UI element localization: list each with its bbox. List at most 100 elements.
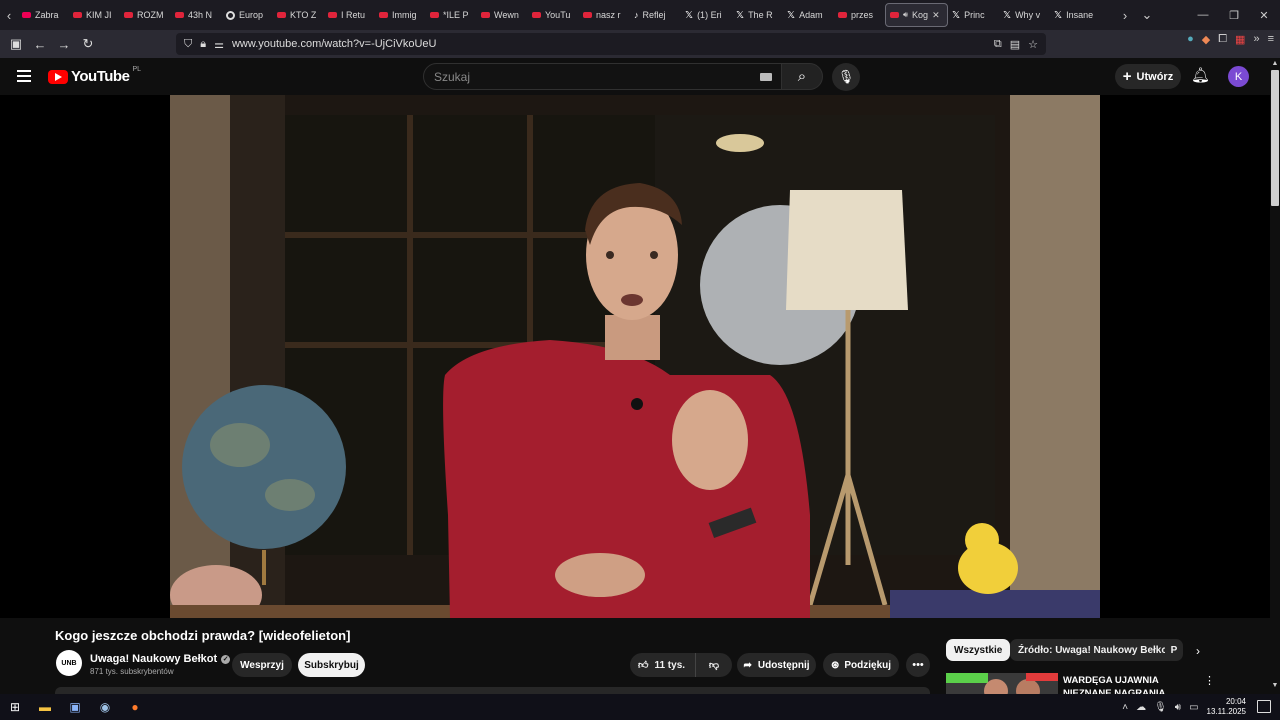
browser-tab[interactable]: ROZM: [120, 3, 171, 27]
keyboard-icon[interactable]: [760, 73, 772, 81]
like-button[interactable]: 👍︎ 11 tys.: [630, 653, 696, 677]
reader-view-icon[interactable]: ▤: [1010, 38, 1020, 51]
network-icon[interactable]: ▭: [1189, 702, 1198, 713]
browser-tab[interactable]: nasz r: [579, 3, 630, 27]
related-video-menu-icon[interactable]: ⋮: [1204, 674, 1215, 687]
tab-label: Kog: [912, 10, 929, 20]
tray-expand-icon[interactable]: ˄: [1122, 702, 1128, 713]
bookmark-star-icon[interactable]: ☆: [1028, 38, 1038, 51]
extension-fox-icon[interactable]: ◆: [1202, 33, 1210, 46]
youtube-logo[interactable]: YouTube PL: [48, 66, 141, 85]
account-avatar[interactable]: K: [1228, 66, 1249, 87]
hamburger-menu-icon[interactable]: ≡: [1268, 33, 1274, 46]
search-input[interactable]: Szukaj: [423, 63, 783, 90]
extension-badge-icon[interactable]: ▦: [1235, 33, 1245, 46]
windows-start-icon[interactable]: ⊞: [0, 694, 30, 720]
notifications-icon[interactable]: [1257, 700, 1271, 713]
forward-button[interactable]: →: [52, 32, 76, 56]
youtube-favicon-icon: [838, 12, 847, 18]
extension-shield-icon[interactable]: ●: [1187, 33, 1194, 46]
url-bar[interactable]: ⛉ 🔒︎ ⚌ www.youtube.com/watch?v=-UjCiVkoU…: [176, 33, 1046, 55]
notifications-bell-icon[interactable]: 🔔︎: [1191, 66, 1210, 84]
list-all-tabs-button[interactable]: ⌄: [1138, 0, 1156, 30]
clock[interactable]: 20:04 13.11.2025: [1207, 697, 1246, 717]
youtube-favicon-icon: [890, 12, 899, 18]
channel-name-row[interactable]: Uwaga! Naukowy Bełkot ✓: [90, 653, 231, 665]
chip-all[interactable]: Wszystkie: [946, 639, 1011, 661]
browser-tab[interactable]: Zabra: [18, 3, 69, 27]
extensions-puzzle-icon[interactable]: ⧠: [1218, 33, 1227, 46]
chip-partial[interactable]: P: [1165, 639, 1183, 661]
video-frame[interactable]: [170, 95, 1100, 618]
tab-label: Adam: [799, 10, 823, 20]
restore-button[interactable]: ❐: [1218, 0, 1250, 30]
permissions-icon[interactable]: ⚌: [214, 38, 224, 51]
browser-tab[interactable]: 𝕏 Why v: [999, 3, 1050, 27]
browser-tab[interactable]: 𝕏 The R: [732, 3, 783, 27]
browser-tab[interactable]: *ILE P: [426, 3, 477, 27]
browser-tab[interactable]: 𝕏 (1) Eri: [681, 3, 732, 27]
tab-label: Europ: [239, 10, 264, 20]
url-text[interactable]: www.youtube.com/watch?v=-UjCiVkoUeU: [232, 38, 437, 50]
chips-next-arrow-icon[interactable]: ›: [1188, 642, 1208, 660]
browser-tab[interactable]: 🔊︎ Kog ✕: [885, 3, 948, 27]
firefox-icon[interactable]: ●: [120, 694, 150, 720]
voice-search-button[interactable]: 🎙︎: [832, 63, 860, 91]
microphone-tray-icon[interactable]: 🎙︎: [1154, 702, 1167, 713]
minimize-button[interactable]: —: [1187, 0, 1219, 30]
youtube-favicon-icon: [379, 12, 388, 18]
dislike-button[interactable]: 👎︎: [696, 659, 732, 671]
channel-name[interactable]: Uwaga! Naukowy Bełkot: [90, 653, 217, 665]
tabs-scroll-left-button[interactable]: ‹: [0, 0, 18, 30]
browser-tab[interactable]: 𝕏 Adam: [783, 3, 834, 27]
scrollbar-thumb[interactable]: [1271, 70, 1279, 206]
onedrive-cloud-icon[interactable]: ☁: [1136, 702, 1146, 713]
description-box[interactable]: [55, 687, 930, 694]
browser-tab[interactable]: Immig: [375, 3, 426, 27]
system-tray: ˄ ☁ 🎙︎ 🔊︎ ▭ 20:04 13.11.2025: [1122, 694, 1246, 720]
browser-tab[interactable]: Europ: [222, 3, 273, 27]
browser-tab[interactable]: I Retu: [324, 3, 375, 27]
search-button[interactable]: ⌕: [781, 63, 823, 90]
lock-icon[interactable]: 🔒︎: [200, 38, 206, 51]
close-window-button[interactable]: ✕: [1248, 0, 1280, 30]
chip-source-channel[interactable]: Źródło: Uwaga! Naukowy Bełkot: [1010, 639, 1179, 661]
shield-icon[interactable]: ⛉: [184, 38, 192, 51]
clock-time: 20:04: [1225, 697, 1246, 706]
video-player[interactable]: [0, 95, 1270, 618]
browser-tab[interactable]: ♪ Reflej: [630, 3, 681, 27]
steam-icon[interactable]: ◉: [90, 694, 120, 720]
browser-tab[interactable]: przes: [834, 3, 885, 27]
create-button[interactable]: + Utwórz: [1115, 64, 1181, 89]
browser-tab[interactable]: KTO Z: [273, 3, 324, 27]
subscribe-button[interactable]: Subskrybuj: [298, 653, 365, 677]
remote-desktop-icon[interactable]: ▣: [60, 694, 90, 720]
tabs-scroll-right-button[interactable]: ›: [1116, 0, 1134, 30]
back-button[interactable]: ←: [28, 32, 52, 56]
youtube-favicon-icon: [481, 12, 490, 18]
tab-close-icon[interactable]: ✕: [932, 10, 940, 21]
browser-tab[interactable]: 43h N: [171, 3, 222, 27]
browser-tab[interactable]: YouTu: [528, 3, 579, 27]
scroll-up-arrow[interactable]: ▲: [1271, 60, 1279, 67]
support-button[interactable]: Wesprzyj: [232, 653, 292, 677]
guide-menu-icon[interactable]: [17, 70, 31, 82]
browser-tab[interactable]: 𝕏 Princ: [948, 3, 999, 27]
share-button[interactable]: ➦ Udostępnij: [737, 653, 816, 677]
tab-audio-icon[interactable]: 🔊︎: [903, 10, 908, 20]
volume-icon[interactable]: 🔊︎: [1175, 702, 1181, 713]
more-actions-button[interactable]: •••: [906, 653, 930, 677]
scroll-down-arrow[interactable]: ▼: [1271, 682, 1279, 689]
channel-avatar[interactable]: UNB: [56, 650, 82, 676]
overflow-menu-icon[interactable]: »: [1253, 33, 1259, 46]
picture-in-picture-icon[interactable]: ⧉: [994, 38, 1002, 51]
related-video-thumbnail[interactable]: [946, 673, 1058, 694]
thanks-button[interactable]: ⊛ Podziękuj: [823, 653, 899, 677]
page-scrollbar[interactable]: ▲ ▼: [1270, 58, 1280, 694]
browser-tab[interactable]: 𝕏 Insane: [1050, 3, 1101, 27]
sidebar-toggle-icon[interactable]: ▣: [4, 32, 28, 56]
reload-button[interactable]: ↻: [76, 32, 100, 56]
browser-tab[interactable]: KIM JI: [69, 3, 120, 27]
browser-tab[interactable]: Wewn: [477, 3, 528, 27]
file-explorer-icon[interactable]: ▬: [30, 694, 60, 720]
